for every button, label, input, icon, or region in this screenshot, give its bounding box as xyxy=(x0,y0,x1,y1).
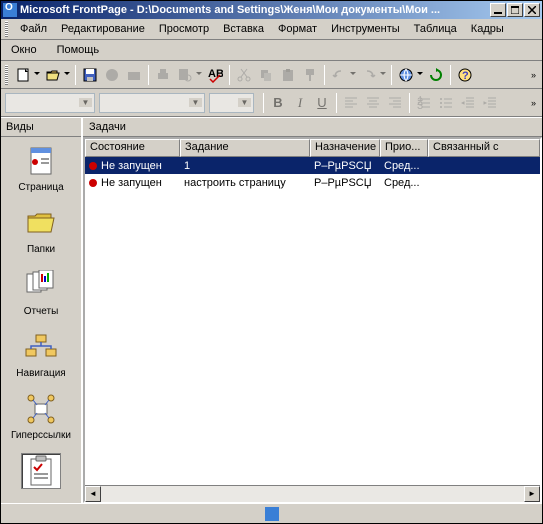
grid-header: Состояние Задание Назначение Прио... Свя… xyxy=(85,139,540,157)
menu-edit[interactable]: Редактирование xyxy=(55,21,151,37)
view-reports[interactable]: Отчеты xyxy=(1,261,81,323)
reports-icon xyxy=(25,270,57,300)
col-linked[interactable]: Связанный с xyxy=(428,139,540,157)
web-component-button[interactable] xyxy=(395,64,417,86)
standard-toolbar: ABC ? » xyxy=(1,61,542,89)
toolbar-overflow-button[interactable]: » xyxy=(527,98,538,108)
tasks-grid: Состояние Задание Назначение Прио... Свя… xyxy=(83,137,542,503)
copy-button xyxy=(255,64,277,86)
grip-icon xyxy=(5,65,8,85)
col-assigned[interactable]: Назначение xyxy=(310,139,380,157)
font-combo: ▼ xyxy=(99,93,205,113)
scroll-track[interactable] xyxy=(101,486,524,502)
redo-button xyxy=(358,64,380,86)
view-hyperlinks[interactable]: Гиперссылки xyxy=(1,385,81,447)
help-button[interactable]: ? xyxy=(454,64,476,86)
underline-button: U xyxy=(311,92,333,114)
views-header: Виды xyxy=(1,118,81,137)
svg-text:ABC: ABC xyxy=(208,68,223,80)
toolbar-overflow-button[interactable]: » xyxy=(527,70,538,80)
view-tasks[interactable] xyxy=(1,447,81,495)
page-icon xyxy=(27,146,55,176)
window-title: Microsoft FrontPage - D:\Documents and S… xyxy=(20,4,490,16)
app-icon xyxy=(3,3,17,17)
workspace: Виды Страница Папки Отчеты Навигация Гип… xyxy=(1,117,542,503)
view-navigation[interactable]: Навигация xyxy=(1,323,81,385)
status-dot-icon xyxy=(89,179,97,187)
grip-icon xyxy=(5,21,8,37)
minimize-button[interactable] xyxy=(490,3,506,17)
hyperlinks-icon xyxy=(25,394,57,424)
align-left-button xyxy=(340,92,362,114)
spellcheck-button[interactable]: ABC xyxy=(204,64,226,86)
view-folders-label: Папки xyxy=(27,244,55,255)
scroll-left-button[interactable]: ◄ xyxy=(85,486,101,502)
numbered-list-button: 123 xyxy=(413,92,435,114)
maximize-button[interactable] xyxy=(507,3,523,17)
col-task[interactable]: Задание xyxy=(180,139,310,157)
refresh-button[interactable] xyxy=(425,64,447,86)
save-button[interactable] xyxy=(79,64,101,86)
indent-button xyxy=(479,92,501,114)
ie-icon xyxy=(265,507,279,521)
view-reports-label: Отчеты xyxy=(24,306,59,317)
folder-button xyxy=(123,64,145,86)
print-button xyxy=(152,64,174,86)
menu-table[interactable]: Таблица xyxy=(408,21,463,37)
view-navigation-label: Навигация xyxy=(16,368,65,379)
titlebar: Microsoft FrontPage - D:\Documents and S… xyxy=(1,1,542,19)
bold-button: B xyxy=(267,92,289,114)
outdent-button xyxy=(457,92,479,114)
undo-button xyxy=(328,64,350,86)
style-combo: ▼ xyxy=(5,93,95,113)
folder-icon xyxy=(25,210,57,236)
paste-button xyxy=(277,64,299,86)
horizontal-scrollbar[interactable]: ◄ ► xyxy=(85,485,540,501)
main-area: Задачи Состояние Задание Назначение Прио… xyxy=(83,118,542,503)
size-combo: ▼ xyxy=(209,93,254,113)
svg-text:?: ? xyxy=(462,70,469,82)
menubar-row2: Окно Помощь xyxy=(1,40,542,61)
tasks-icon xyxy=(27,455,55,487)
table-row[interactable]: Не запущен настроить страницу Р–РµРЅСЏ С… xyxy=(85,174,540,191)
menubar: Файл Редактирование Просмотр Вставка Фор… xyxy=(1,19,542,40)
col-priority[interactable]: Прио... xyxy=(380,139,428,157)
svg-text:3: 3 xyxy=(417,100,423,110)
navigation-icon xyxy=(24,333,58,361)
menu-frames[interactable]: Кадры xyxy=(465,21,510,37)
new-button[interactable] xyxy=(12,64,34,86)
scroll-right-button[interactable]: ► xyxy=(524,486,540,502)
view-hyperlinks-label: Гиперссылки xyxy=(11,430,71,441)
menu-view[interactable]: Просмотр xyxy=(153,21,215,37)
align-right-button xyxy=(384,92,406,114)
col-status[interactable]: Состояние xyxy=(85,139,180,157)
open-button[interactable] xyxy=(42,64,64,86)
views-panel: Виды Страница Папки Отчеты Навигация Гип… xyxy=(1,118,83,503)
main-header: Задачи xyxy=(83,118,542,137)
view-page-label: Страница xyxy=(18,182,63,193)
table-row[interactable]: Не запущен 1 Р–РµРЅСЏ Сред... xyxy=(85,157,540,174)
close-button[interactable] xyxy=(524,3,540,17)
menu-window[interactable]: Окно xyxy=(5,42,43,58)
menu-tools[interactable]: Инструменты xyxy=(325,21,406,37)
bullet-list-button xyxy=(435,92,457,114)
menu-help[interactable]: Помощь xyxy=(51,42,106,58)
grid-body[interactable]: Не запущен 1 Р–РµРЅСЏ Сред... Не запущен… xyxy=(85,157,540,485)
cut-button xyxy=(233,64,255,86)
menu-file[interactable]: Файл xyxy=(14,21,53,37)
status-dot-icon xyxy=(89,162,97,170)
statusbar xyxy=(1,503,542,523)
align-center-button xyxy=(362,92,384,114)
format-painter-button xyxy=(299,64,321,86)
view-page[interactable]: Страница xyxy=(1,137,81,199)
menu-format[interactable]: Формат xyxy=(272,21,323,37)
formatting-toolbar: ▼ ▼ ▼ B I U 123 » xyxy=(1,89,542,117)
italic-button: I xyxy=(289,92,311,114)
preview-button xyxy=(174,64,196,86)
view-folders[interactable]: Папки xyxy=(1,199,81,261)
menu-insert[interactable]: Вставка xyxy=(217,21,270,37)
publish-button xyxy=(101,64,123,86)
